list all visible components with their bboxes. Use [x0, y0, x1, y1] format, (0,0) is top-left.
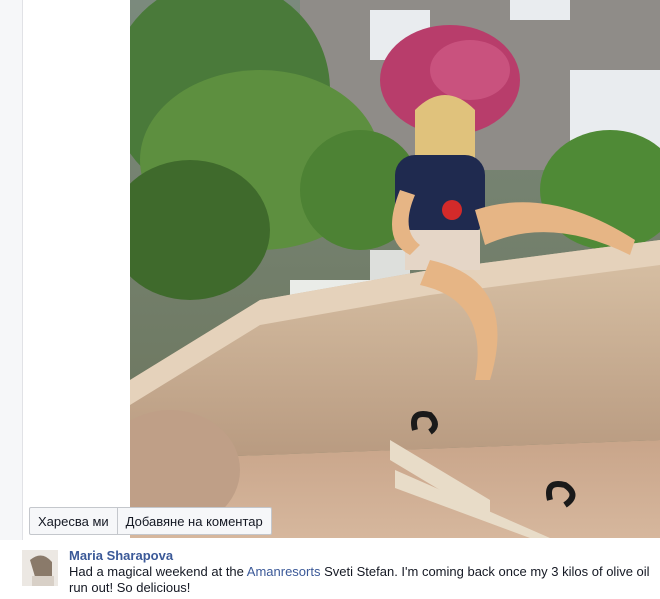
post-photo-image [130, 0, 660, 538]
add-comment-button[interactable]: Добавяне на коментар [116, 508, 271, 534]
left-gutter [0, 0, 22, 540]
post-photo[interactable] [130, 0, 660, 538]
comment-text: Had a magical weekend at the Amanresorts… [69, 564, 659, 596]
left-border [22, 0, 23, 540]
comment-author[interactable]: Maria Sharapova [69, 548, 173, 563]
comment-text-before: Had a magical weekend at the [69, 564, 247, 579]
like-button[interactable]: Харесва ми [30, 508, 117, 534]
amanresorts-link[interactable]: Amanresorts [247, 564, 321, 579]
post-action-bar: Харесва ми Добавяне на коментар [29, 507, 272, 535]
avatar-image [22, 550, 58, 586]
comment-body: Maria Sharapova Had a magical weekend at… [69, 548, 659, 596]
avatar[interactable] [22, 550, 58, 586]
